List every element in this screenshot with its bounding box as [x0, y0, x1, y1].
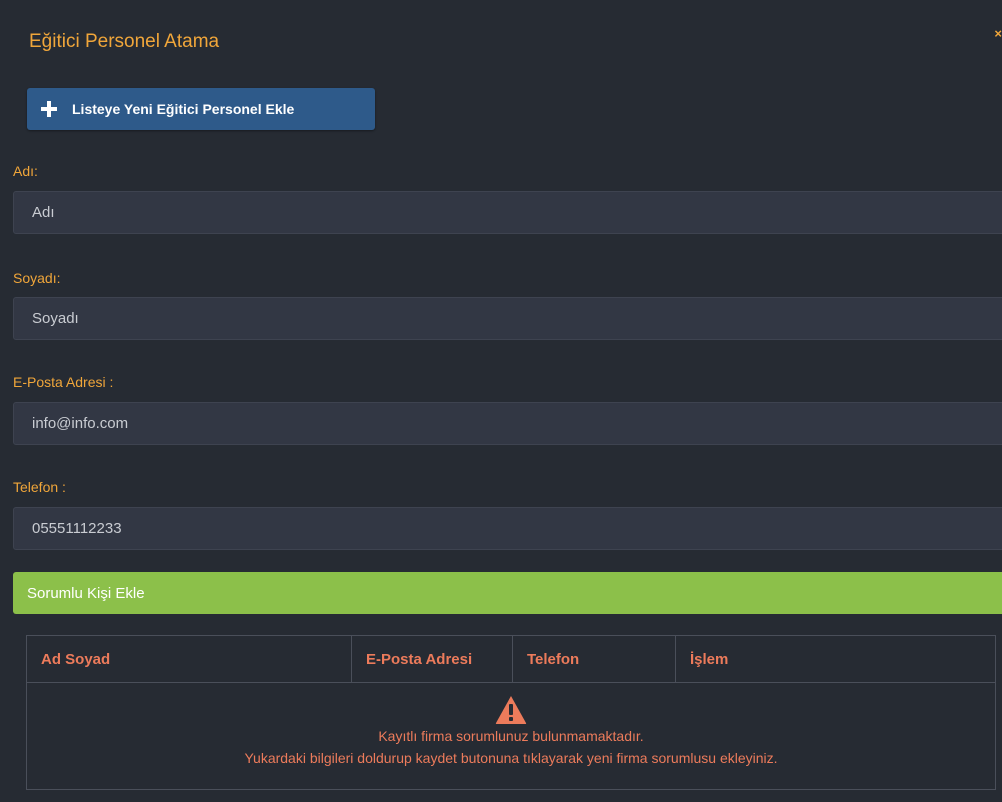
responsible-table: Ad Soyad E-Posta Adresi Telefon İşlem Ka… — [26, 635, 996, 790]
column-header-phone: Telefon — [512, 635, 676, 683]
assign-trainer-modal: Eğitici Personel Atama × Listeye Yeni Eğ… — [0, 0, 1002, 802]
modal-title: Eğitici Personel Atama — [29, 31, 220, 52]
phone-label: Telefon : — [13, 479, 66, 495]
surname-field[interactable]: Soyadı — [13, 297, 1002, 340]
close-icon[interactable]: × — [994, 26, 1002, 41]
empty-state-cell: Kayıtlı firma sorumlunuz bulunmamaktadır… — [26, 682, 996, 790]
add-trainer-button[interactable]: Listeye Yeni Eğitici Personel Ekle — [27, 88, 375, 130]
column-header-action: İşlem — [675, 635, 996, 683]
name-label: Adı: — [13, 163, 38, 179]
empty-state-row: Kayıtlı firma sorumlunuz bulunmamaktadır… — [26, 682, 996, 790]
phone-field[interactable]: 05551112233 — [13, 507, 1002, 550]
plus-icon — [41, 101, 57, 117]
email-label: E-Posta Adresi : — [13, 374, 114, 390]
add-trainer-button-label: Listeye Yeni Eğitici Personel Ekle — [72, 101, 295, 117]
empty-message-line-1: Kayıtlı firma sorumlunuz bulunmamaktadır… — [378, 728, 644, 744]
add-responsible-button[interactable]: Sorumlu Kişi Ekle — [13, 572, 1002, 614]
name-field[interactable]: Adı — [13, 191, 1002, 234]
surname-label: Soyadı: — [13, 270, 61, 286]
empty-message-line-2: Yukardaki bilgileri doldurup kaydet buto… — [244, 750, 778, 766]
column-header-email: E-Posta Adresi — [351, 635, 513, 683]
warning-icon — [495, 696, 527, 724]
column-header-name: Ad Soyad — [26, 635, 352, 683]
email-field[interactable]: info@info.com — [13, 402, 1002, 445]
